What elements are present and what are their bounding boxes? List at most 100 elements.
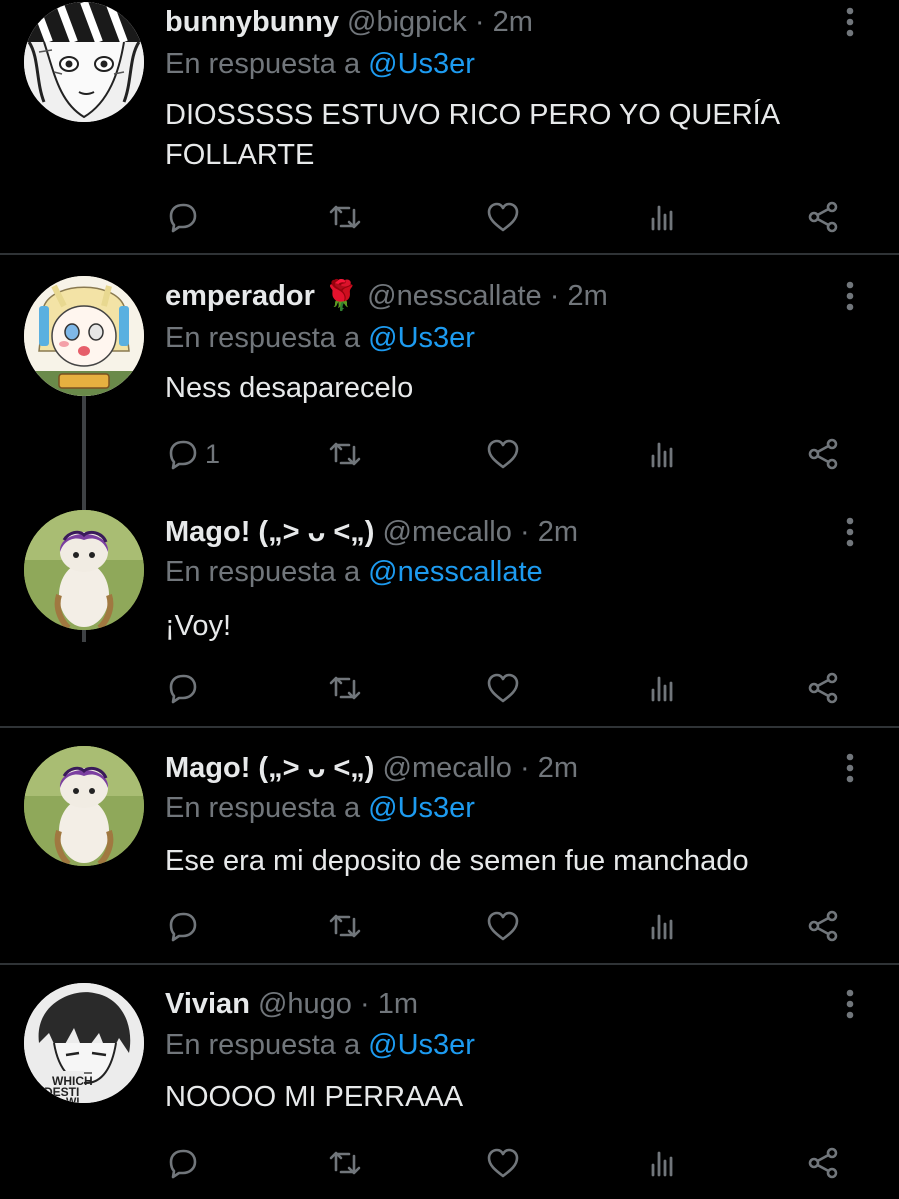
tweet-text-line: FOLLARTE [165, 139, 315, 171]
display-name[interactable]: Vivian [165, 988, 250, 1020]
timestamp[interactable]: 2m [538, 752, 578, 784]
retweet-button[interactable] [327, 666, 363, 710]
retweet-button[interactable] [327, 195, 363, 239]
user-handle[interactable]: @mecallo [383, 752, 512, 784]
share-icon [808, 910, 838, 942]
divider [0, 253, 899, 255]
timestamp[interactable]: 2m [567, 280, 607, 312]
user-handle[interactable]: @bigpick [347, 6, 467, 38]
more-icon[interactable] [838, 4, 862, 40]
tweet-header: Mago! („> ᴗ <„) @mecallo · 2m [165, 750, 578, 786]
mention-link[interactable]: @Us3er [368, 1029, 475, 1061]
avatar[interactable] [24, 510, 144, 630]
action-bar [165, 1141, 865, 1185]
views-button[interactable] [645, 666, 681, 710]
views-icon [651, 442, 673, 468]
tweet[interactable]: bunnybunny @bigpick · 2m En respuesta a … [0, 0, 899, 254]
reply-button[interactable]: 1 [165, 432, 220, 476]
user-handle[interactable]: @mecallo [383, 516, 512, 548]
like-button[interactable] [485, 195, 521, 239]
tweet-text: Ness desaparecelo [165, 368, 865, 408]
tweet-text: ¡Voy! [165, 606, 865, 646]
retweet-button[interactable] [327, 1141, 363, 1185]
avatar[interactable] [24, 746, 144, 866]
timestamp[interactable]: 2m [493, 6, 533, 38]
tweet[interactable]: WHICH DESTI WI Vivian @hugo · 1m En resp… [0, 965, 899, 1199]
views-icon [651, 205, 673, 231]
share-button[interactable] [805, 432, 841, 476]
display-name[interactable]: Mago! („> ᴗ <„) [165, 516, 374, 548]
mention-link[interactable]: @Us3er [368, 48, 475, 80]
reply-icon [169, 203, 197, 233]
reply-context: En respuesta a @Us3er [165, 320, 475, 356]
avatar[interactable]: WHICH DESTI WI [24, 983, 144, 1103]
mention-link[interactable]: @Us3er [368, 322, 475, 354]
retweet-button[interactable] [327, 432, 363, 476]
tweet-text-line: Ese era mi deposito de semen fue manchad… [165, 845, 749, 877]
user-handle[interactable]: @hugo [258, 988, 352, 1020]
like-button[interactable] [485, 904, 521, 948]
reply-button[interactable] [165, 1141, 201, 1185]
reply-prefix: En respuesta a [165, 556, 369, 588]
separator-dot: · [549, 280, 560, 312]
views-button[interactable] [645, 1141, 681, 1185]
rose-emoji: 🌹 [322, 280, 360, 312]
action-bar [165, 195, 865, 239]
like-button[interactable] [485, 1141, 521, 1185]
tweet[interactable]: emperador 🌹 @nesscallate · 2m En respues… [0, 262, 899, 642]
display-name[interactable]: bunnybunny [165, 6, 339, 38]
retweet-icon [329, 205, 361, 229]
share-icon [808, 672, 838, 704]
tweet-text: Ese era mi deposito de semen fue manchad… [165, 841, 865, 881]
reply-button[interactable] [165, 904, 201, 948]
display-name[interactable]: emperador [165, 280, 315, 312]
reply-context: En respuesta a @Us3er [165, 790, 475, 826]
more-icon[interactable] [838, 514, 862, 550]
retweet-icon [329, 442, 361, 466]
reply-icon [169, 674, 197, 704]
share-button[interactable] [805, 666, 841, 710]
user-handle[interactable]: @nesscallate [367, 280, 542, 312]
avatar-caption-3: WI [66, 1096, 79, 1103]
like-button[interactable] [485, 432, 521, 476]
avatar[interactable] [24, 276, 144, 396]
share-button[interactable] [805, 195, 841, 239]
separator-dot: · [359, 988, 370, 1020]
tweet-header: bunnybunny @bigpick · 2m [165, 4, 533, 40]
views-icon [651, 676, 673, 702]
like-button[interactable] [485, 666, 521, 710]
tweet-text-line: NOOOO MI PERRAAA [165, 1081, 464, 1113]
retweet-button[interactable] [327, 904, 363, 948]
mention-link[interactable]: @Us3er [368, 792, 475, 824]
like-icon [487, 202, 519, 232]
share-icon [808, 1147, 838, 1179]
like-icon [487, 911, 519, 941]
reply-icon [169, 1149, 197, 1179]
reply-prefix: En respuesta a [165, 322, 369, 354]
tweet[interactable]: Mago! („> ᴗ <„) @mecallo · 2m En respues… [0, 728, 899, 964]
more-icon[interactable] [838, 986, 862, 1022]
display-name[interactable]: Mago! („> ᴗ <„) [165, 752, 374, 784]
tweet[interactable]: Mago! („> ᴗ <„) @mecallo · 2m En respues… [0, 496, 899, 726]
tweet-text: NOOOO MI PERRAAA [165, 1077, 865, 1117]
like-icon [487, 439, 519, 469]
tweet-header: emperador 🌹 @nesscallate · 2m [165, 278, 608, 314]
mention-link[interactable]: @nesscallate [368, 556, 543, 588]
share-button[interactable] [805, 904, 841, 948]
more-icon[interactable] [838, 278, 862, 314]
more-icon[interactable] [838, 750, 862, 786]
reply-context: En respuesta a @Us3er [165, 1027, 475, 1063]
timestamp[interactable]: 2m [538, 516, 578, 548]
views-button[interactable] [645, 432, 681, 476]
views-button[interactable] [645, 195, 681, 239]
timestamp[interactable]: 1m [378, 988, 418, 1020]
views-button[interactable] [645, 904, 681, 948]
tweet-header: Mago! („> ᴗ <„) @mecallo · 2m [165, 514, 578, 550]
reply-button[interactable] [165, 195, 201, 239]
tweet-text-line: Ness desaparecelo [165, 372, 414, 404]
avatar[interactable] [24, 2, 144, 122]
reply-button[interactable] [165, 666, 201, 710]
share-button[interactable] [805, 1141, 841, 1185]
action-bar [165, 904, 865, 948]
reply-prefix: En respuesta a [165, 1029, 369, 1061]
